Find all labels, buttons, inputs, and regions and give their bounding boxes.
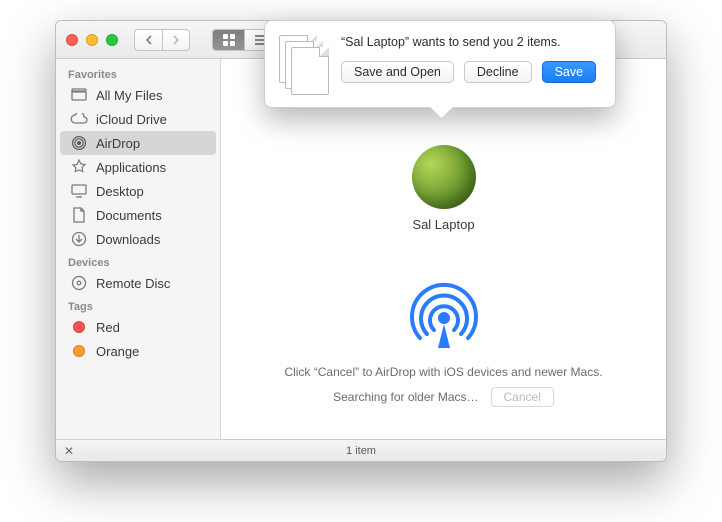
downloads-icon [70,230,88,248]
sidebar-item-label: iCloud Drive [96,112,167,127]
window-body: Favorites All My Files iCloud Drive AirD… [56,59,666,439]
minimize-window-button[interactable] [86,34,98,46]
searching-text: Searching for older Macs… [333,390,478,404]
sidebar-item-icloud-drive[interactable]: iCloud Drive [56,107,220,131]
multi-document-icon [279,35,327,93]
airdrop-hint-text: Click “Cancel” to AirDrop with iOS devic… [284,365,602,379]
sidebar-item-downloads[interactable]: Downloads [56,227,220,251]
sidebar-item-label: Remote Disc [96,276,170,291]
sidebar: Favorites All My Files iCloud Drive AirD… [56,59,221,439]
sidebar-item-label: Orange [96,344,139,359]
searching-row: Searching for older Macs… Cancel [333,387,554,407]
documents-icon [70,206,88,224]
airdrop-peer[interactable]: Sal Laptop [412,145,476,232]
airdrop-request-popover: “Sal Laptop” wants to send you 2 items. … [264,20,616,108]
peer-avatar [412,145,476,209]
sidebar-heading-devices: Devices [56,251,220,271]
all-my-files-icon [70,86,88,104]
remote-disc-icon [70,274,88,292]
tag-dot-icon [70,318,88,336]
zoom-window-button[interactable] [106,34,118,46]
popover-message: “Sal Laptop” wants to send you 2 items. [341,35,599,49]
applications-icon [70,158,88,176]
peer-name: Sal Laptop [412,217,476,232]
status-bar-text: 1 item [346,445,376,457]
cancel-button[interactable]: Cancel [491,387,554,407]
sidebar-item-applications[interactable]: Applications [56,155,220,179]
sidebar-item-label: AirDrop [96,136,140,151]
desktop-icon [70,182,88,200]
sidebar-heading-favorites: Favorites [56,63,220,83]
sidebar-heading-tags: Tags [56,295,220,315]
save-button[interactable]: Save [542,61,597,83]
sidebar-item-remote-disc[interactable]: Remote Disc [56,271,220,295]
sidebar-item-tag-red[interactable]: Red [56,315,220,339]
airdrop-icon [70,134,88,152]
chevron-left-icon [145,35,153,45]
sidebar-item-airdrop[interactable]: AirDrop [60,131,216,155]
grid-icon [223,34,235,46]
chevron-right-icon [172,35,180,45]
tag-dot-icon [70,342,88,360]
airdrop-large-icon [405,280,483,355]
sidebar-item-tag-orange[interactable]: Orange [56,339,220,363]
close-path-bar-button[interactable]: ✕ [64,444,74,458]
sidebar-item-documents[interactable]: Documents [56,203,220,227]
icloud-icon [70,110,88,128]
status-bar: ✕ 1 item [56,439,666,461]
popover-body: “Sal Laptop” wants to send you 2 items. … [341,35,599,93]
traffic-lights [66,34,118,46]
sidebar-item-label: Applications [96,160,166,175]
decline-button[interactable]: Decline [464,61,532,83]
sidebar-item-label: Red [96,320,120,335]
sidebar-item-label: Desktop [96,184,144,199]
close-window-button[interactable] [66,34,78,46]
popover-buttons: Save and Open Decline Save [341,61,599,83]
sidebar-item-label: Documents [96,208,162,223]
sidebar-item-all-my-files[interactable]: All My Files [56,83,220,107]
sidebar-item-label: All My Files [96,88,162,103]
save-and-open-button[interactable]: Save and Open [341,61,454,83]
icon-view-button[interactable] [212,29,244,51]
sidebar-item-desktop[interactable]: Desktop [56,179,220,203]
back-button[interactable] [134,29,162,51]
sidebar-item-label: Downloads [96,232,160,247]
nav-buttons [134,29,190,51]
forward-button[interactable] [162,29,190,51]
